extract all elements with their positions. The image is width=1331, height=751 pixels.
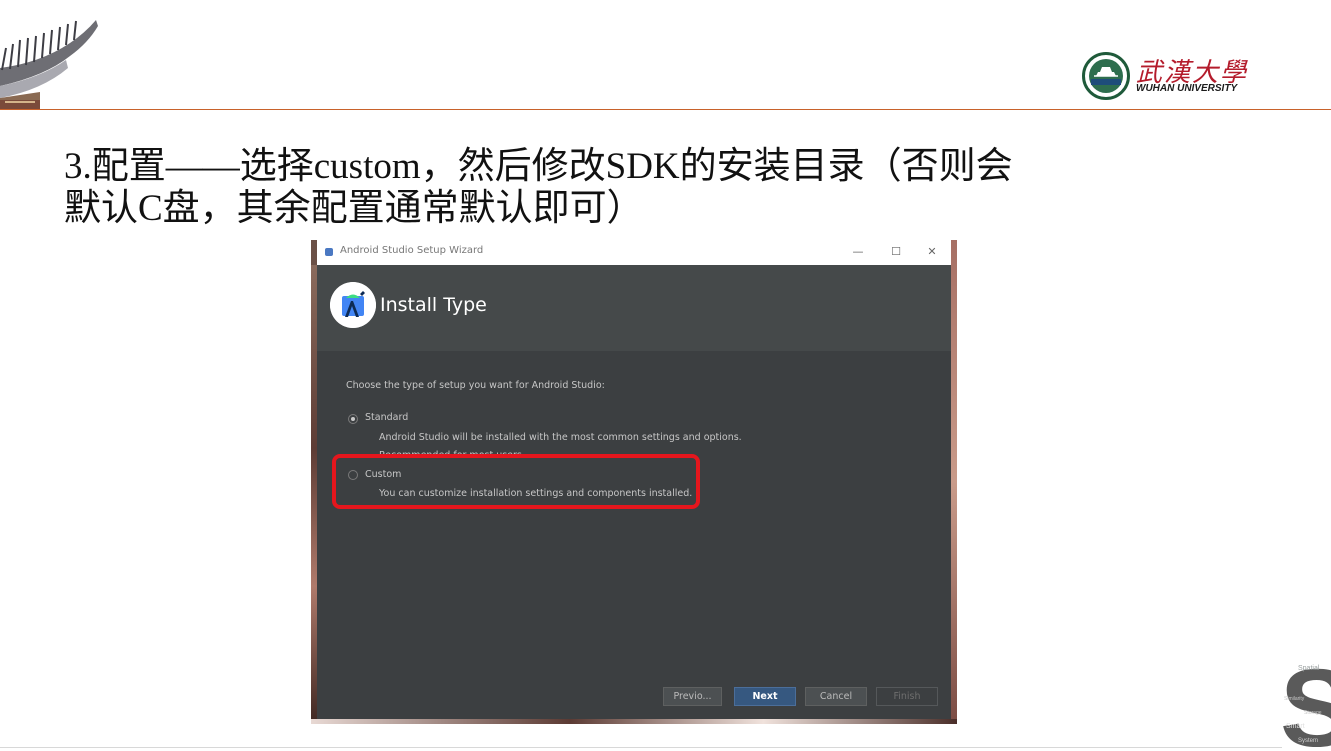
previous-button[interactable]: Previo... <box>663 687 722 706</box>
s-logo-word-4: Smart <box>1286 723 1305 730</box>
slide-title-line-2: 默认C盘，其余配置通常默认即可） <box>64 188 644 229</box>
slide-title-line-1: 3.配置——选择custom，然后修改SDK的安装目录（否则会 <box>64 146 1013 187</box>
finish-button[interactable]: Finish <box>876 687 938 706</box>
install-type-prompt: Choose the type of setup you want for An… <box>346 380 605 391</box>
s-logo-word-5: System <box>1298 738 1318 744</box>
university-seal-icon <box>1082 52 1130 100</box>
slide-title: 3.配置——选择custom，然后修改SDK的安装目录（否则会 默认C盘，其余配… <box>64 146 1224 230</box>
s-logo-word-1: Spatial <box>1298 665 1320 672</box>
standard-description: Android Studio will be installed with th… <box>379 432 742 443</box>
android-studio-small-icon <box>325 248 333 256</box>
setup-wizard-window: Android Studio Setup Wizard — ☐ ✕ Instal… <box>317 240 951 719</box>
desktop-background-bottom <box>311 719 957 724</box>
window-title: Android Studio Setup Wizard <box>340 245 484 256</box>
s-logo-letter: S <box>1280 660 1331 750</box>
pagoda-decoration <box>0 20 98 110</box>
s-corner-logo: S Spatial Similarity Storage Smart Syste… <box>1280 660 1331 750</box>
page-title: Install Type <box>380 294 487 316</box>
standard-label[interactable]: Standard <box>365 412 408 423</box>
header-rule <box>0 109 1331 110</box>
cancel-button[interactable]: Cancel <box>805 687 867 706</box>
s-logo-word-2: Similarity <box>1284 696 1305 702</box>
maximize-button[interactable]: ☐ <box>881 243 911 261</box>
close-button[interactable]: ✕ <box>917 243 947 261</box>
android-studio-icon <box>330 282 376 328</box>
wizard-header: Install Type <box>317 265 951 351</box>
university-logo: 武漢大學 WUHAN UNIVERSITY <box>1082 48 1252 104</box>
university-name-en: WUHAN UNIVERSITY <box>1136 83 1238 94</box>
s-logo-word-3: Storage <box>1304 710 1322 716</box>
footer-rule <box>0 747 1282 748</box>
desktop-background-right <box>951 240 957 724</box>
installer-screenshot: Android Studio Setup Wizard — ☐ ✕ Instal… <box>311 240 957 724</box>
standard-radio[interactable] <box>348 414 358 424</box>
minimize-button[interactable]: — <box>843 243 873 261</box>
next-button[interactable]: Next <box>734 687 796 706</box>
custom-highlight-box <box>332 454 700 509</box>
window-titlebar: Android Studio Setup Wizard — ☐ ✕ <box>317 240 951 265</box>
